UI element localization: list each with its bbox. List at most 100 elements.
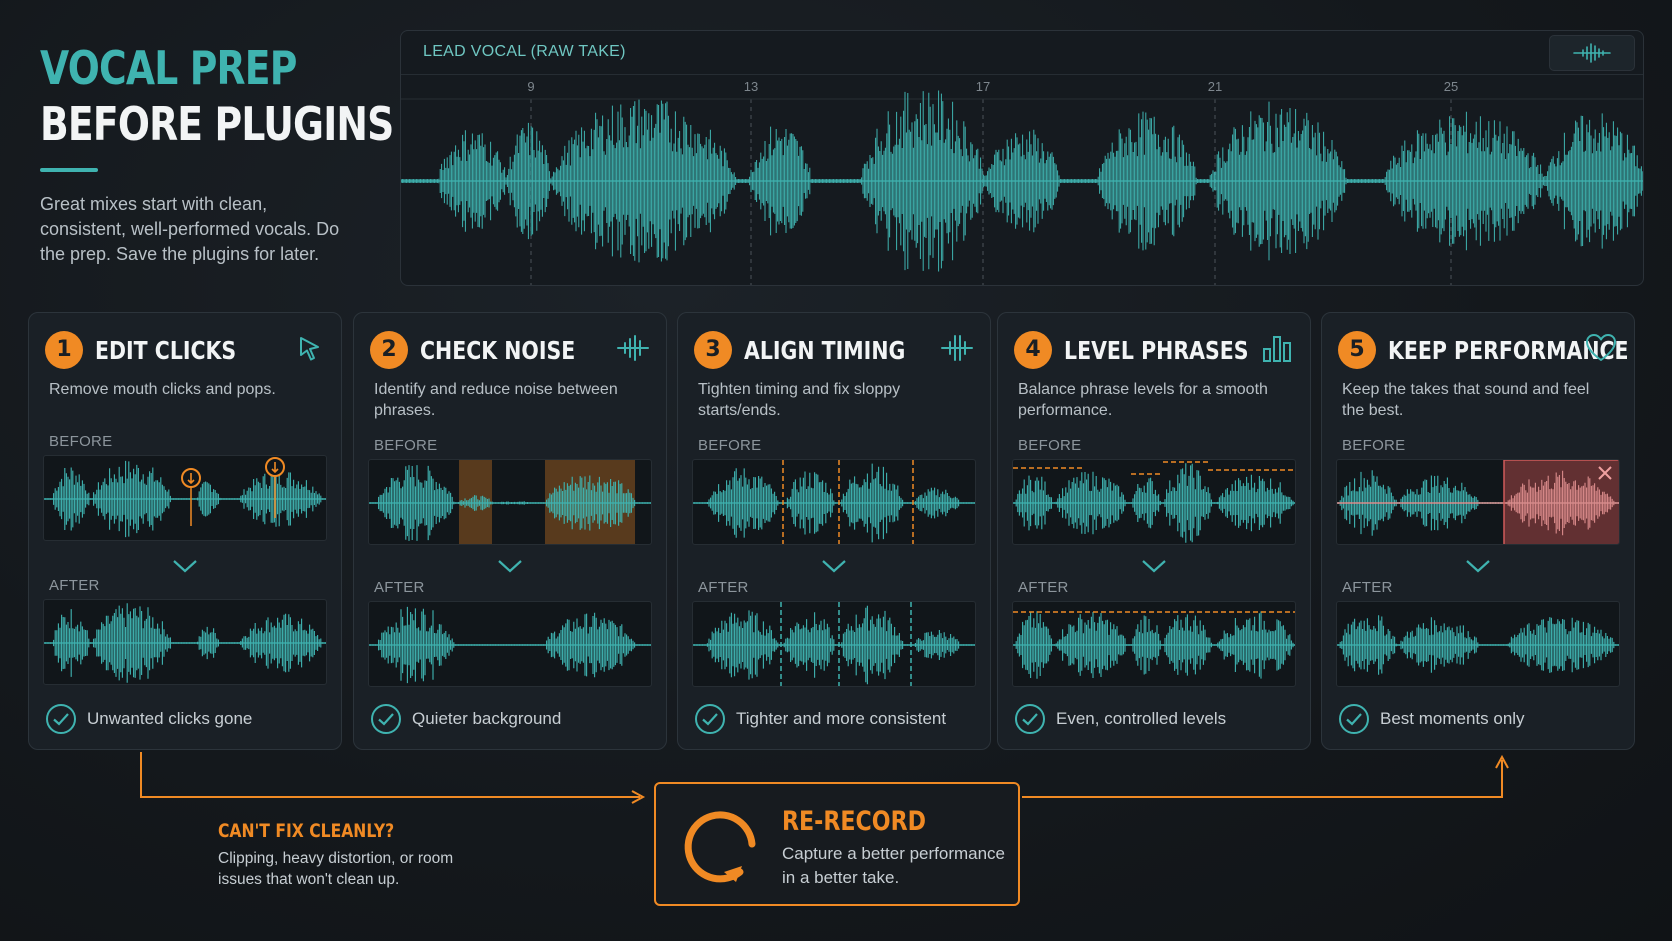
step-title: LEVEL PHRASES (1064, 336, 1249, 365)
waveform-graphic (693, 460, 975, 544)
step-description: Tighten timing and fix sloppy starts/end… (698, 381, 901, 419)
before-label: BEFORE (1018, 437, 1082, 454)
lead-vocal-track-panel[interactable]: LEAD VOCAL (RAW TAKE) 9 13 17 21 25 (400, 30, 1644, 286)
step-description: Balance phrase levels for a smooth perfo… (1018, 381, 1268, 419)
card-header: 1 EDIT CLICKS (45, 331, 325, 371)
title-block: VOCAL PREP BEFORE PLUGINS Great mixes st… (40, 40, 394, 267)
card-header: 5 KEEP PERFORMANCE (1338, 331, 1629, 371)
bar-marker-label: 25 (1444, 79, 1458, 94)
rerecord-title: RE-RECORD (782, 806, 927, 837)
after-label: AFTER (374, 579, 425, 596)
step-card-keep-performance: 5 KEEP PERFORMANCE Keep the takes that s… (1321, 312, 1635, 750)
bar-marker-label: 17 (976, 79, 990, 94)
bar-marker-label: 9 (527, 79, 534, 94)
step-title: CHECK NOISE (420, 336, 576, 365)
step-description: Remove mouth clicks and pops. (49, 381, 276, 398)
track-title: LEAD VOCAL (RAW TAKE) (423, 43, 626, 60)
level-bars-icon (1263, 336, 1291, 362)
after-waveform (43, 599, 327, 685)
step-number-badge: 2 (370, 331, 408, 369)
waveform-graphic (1337, 615, 1619, 675)
check-circle-icon (1339, 704, 1369, 734)
before-waveform (1012, 459, 1296, 545)
chevron-down-icon (173, 560, 197, 573)
check-circle-icon (371, 704, 401, 734)
cursor-icon (300, 337, 319, 361)
before-label: BEFORE (374, 437, 438, 454)
heart-icon (1586, 334, 1616, 361)
title-underline (40, 168, 98, 172)
step-result: Best moments only (1338, 703, 1624, 735)
step-card-level-phrases: 4 LEVEL PHRASES Balance phrase levels fo… (997, 312, 1311, 750)
cant-fix-description: Clipping, heavy distortion, or room issu… (218, 850, 454, 888)
step-title: EDIT CLICKS (95, 336, 237, 365)
step-result: Quieter background (370, 703, 656, 735)
waveform-icon (617, 335, 649, 361)
step-card-edit-clicks: 1 EDIT CLICKS Remove mouth clicks and po… (28, 312, 342, 750)
chevron-down-icon (1466, 560, 1490, 573)
waveform-graphic (44, 457, 326, 538)
step-card-align-timing: 3 ALIGN TIMING Tighten timing and fix sl… (677, 312, 991, 750)
before-waveform (43, 455, 327, 541)
rerecord-loop-icon (684, 811, 756, 883)
check-circle-icon (1015, 704, 1045, 734)
step-number-badge: 4 (1014, 331, 1052, 369)
step-card-check-noise: 2 CHECK NOISE Identify and reduce noise … (353, 312, 667, 750)
main-waveform[interactable]: 9 13 17 21 25 (401, 75, 1644, 286)
waveform-view-button[interactable] (1549, 35, 1635, 71)
timing-align-icon (941, 335, 973, 361)
after-label: AFTER (1342, 579, 1393, 596)
step-result: Tighter and more consistent (694, 703, 980, 735)
step-number-badge: 1 (45, 331, 83, 369)
after-waveform (692, 601, 976, 687)
after-waveform (1012, 601, 1296, 687)
result-text: Tighter and more consistent (736, 709, 947, 728)
result-text: Unwanted clicks gone (87, 709, 253, 728)
page-title-line2: BEFORE PLUGINS (40, 97, 394, 151)
waveform-graphic (44, 603, 326, 683)
waveform-graphic (369, 606, 651, 684)
step-result: Even, controlled levels (1014, 703, 1300, 735)
step-result: Unwanted clicks gone (45, 703, 331, 735)
cant-fix-title: CAN'T FIX CLEANLY? (218, 820, 395, 842)
waveform-icon (1573, 43, 1611, 63)
before-label: BEFORE (698, 437, 762, 454)
bar-marker-label: 13 (744, 79, 758, 94)
step-title: ALIGN TIMING (744, 336, 906, 365)
before-waveform (1336, 459, 1620, 545)
result-text: Best moments only (1380, 709, 1525, 728)
intro-text: Great mixes start with clean, consistent… (40, 194, 340, 264)
chevron-down-icon (822, 560, 846, 573)
before-waveform (692, 459, 976, 545)
step-number-badge: 5 (1338, 331, 1376, 369)
card-header: 4 LEVEL PHRASES (1014, 331, 1294, 371)
waveform-graphic (1013, 461, 1295, 543)
rerecord-box: RE-RECORD Capture a better performance i… (654, 782, 1020, 906)
before-label: BEFORE (1342, 437, 1406, 454)
check-circle-icon (46, 704, 76, 734)
waveform-graphic (1013, 611, 1295, 679)
before-label: BEFORE (49, 433, 113, 450)
result-text: Even, controlled levels (1056, 709, 1227, 728)
waveform-graphic (1337, 460, 1619, 544)
card-header: 3 ALIGN TIMING (694, 331, 974, 371)
rerecord-description: Capture a better performance in a better… (782, 844, 1006, 887)
waveform-graphic (369, 460, 651, 544)
page-title-line1: VOCAL PREP (40, 41, 297, 95)
after-waveform (1336, 601, 1620, 687)
after-waveform (368, 601, 652, 687)
waveform-graphic (693, 602, 975, 686)
chevron-down-icon (1142, 560, 1166, 573)
after-label: AFTER (698, 579, 749, 596)
after-label: AFTER (49, 577, 100, 594)
chevron-down-icon (498, 560, 522, 573)
step-number-badge: 3 (694, 331, 732, 369)
bar-marker-label: 21 (1208, 79, 1222, 94)
check-circle-icon (695, 704, 725, 734)
step-description: Identify and reduce noise between phrase… (374, 381, 618, 419)
after-label: AFTER (1018, 579, 1069, 596)
step-description: Keep the takes that sound and feel the b… (1342, 381, 1590, 419)
track-header: LEAD VOCAL (RAW TAKE) (401, 31, 1643, 75)
card-header: 2 CHECK NOISE (370, 331, 650, 371)
before-waveform (368, 459, 652, 545)
